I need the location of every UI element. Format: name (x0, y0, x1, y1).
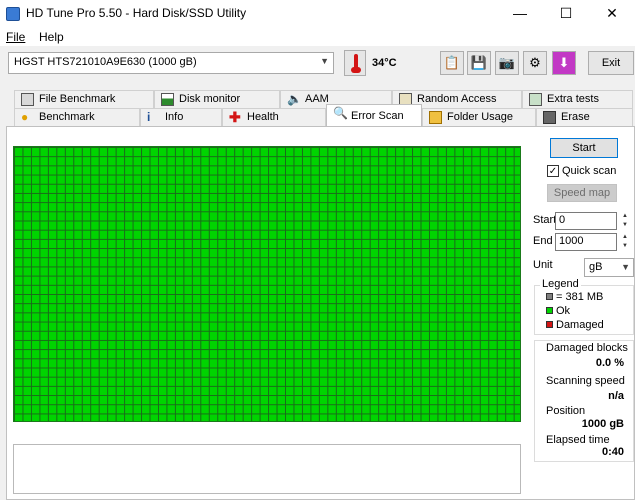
chevron-down-icon: ▼ (621, 262, 630, 272)
health-icon: ✚ (229, 109, 241, 125)
temperature-value: 34°C (372, 57, 397, 69)
elapsed-time-value: 0:40 (601, 446, 624, 458)
options-button[interactable]: ⚙ (523, 51, 547, 75)
menu-help[interactable]: Help (39, 30, 64, 44)
elapsed-time-label: Elapsed time (546, 434, 610, 446)
chevron-down-icon: ▼ (320, 56, 329, 66)
menu-file[interactable]: File (6, 30, 25, 44)
options-icon: ⚙ (529, 55, 541, 70)
tab-label: Health (247, 111, 279, 123)
legend-swatch-ok (546, 307, 553, 314)
maximize-button[interactable]: ☐ (543, 0, 589, 28)
damaged-blocks-value: 0.0 % (595, 357, 624, 369)
end-spinner[interactable]: ▲ ▼ (618, 233, 632, 251)
tab-label: Extra tests (547, 93, 599, 105)
legend-ok: Ok (556, 305, 571, 317)
error-scan-grid (13, 146, 521, 422)
extra-tests-icon (529, 93, 542, 106)
menu-bar: File Help (0, 28, 635, 46)
tab-error-scan[interactable]: 🔍 Error Scan (326, 104, 422, 126)
tab-file-benchmark[interactable]: File Benchmark (14, 90, 154, 108)
screenshot-button[interactable]: 📷 (495, 51, 519, 75)
trash-icon (543, 111, 556, 124)
unit-select-value: gB (589, 261, 603, 273)
tab-benchmark[interactable]: ● Benchmark (14, 108, 140, 126)
tab-folder-usage[interactable]: Folder Usage (422, 108, 536, 126)
exit-button[interactable]: Exit (588, 51, 634, 75)
start-spinner[interactable]: ▲ ▼ (618, 212, 632, 230)
save-button[interactable]: ⬇ (552, 51, 576, 75)
tab-extra-tests[interactable]: Extra tests (522, 90, 633, 108)
window-title: HD Tune Pro 5.50 - Hard Disk/SSD Utility (26, 6, 247, 20)
benchmark-icon: ● (21, 110, 29, 124)
drive-select-value: HGST HTS721010A9E630 (1000 gB) (14, 56, 197, 68)
start-field-label: Start (533, 214, 557, 226)
tab-label: Benchmark (39, 111, 95, 123)
quick-scan-label: Quick scan (562, 165, 617, 177)
tab-health[interactable]: ✚ Health (222, 108, 326, 126)
tab-info[interactable]: i Info (140, 108, 222, 126)
tab-label: Info (165, 111, 184, 123)
tab-label: Disk monitor (179, 93, 241, 105)
tab-label: Folder Usage (447, 111, 514, 123)
legend-title: Legend (540, 278, 581, 290)
camera-icon: 📷 (498, 55, 516, 70)
tab-label: Erase (561, 111, 590, 123)
speed-map-button[interactable]: Speed map (547, 184, 617, 202)
save-icon: ⬇ (558, 55, 570, 70)
tab-label: Random Access (417, 93, 497, 105)
quick-scan-checkbox[interactable]: ✓ (547, 165, 559, 177)
end-input[interactable]: 1000 (555, 233, 617, 251)
damaged-blocks-label: Damaged blocks (546, 342, 628, 354)
scanning-speed-label: Scanning speed (546, 375, 625, 387)
speaker-icon: 🔈 (287, 92, 302, 106)
scan-log (13, 444, 521, 494)
magnifier-icon: 🔍 (333, 106, 348, 120)
legend-swatch-damaged (546, 321, 553, 328)
unit-select[interactable]: gB ▼ (584, 258, 634, 277)
legend-damaged: Damaged (556, 319, 604, 331)
position-label: Position (546, 405, 586, 417)
tab-label: File Benchmark (39, 93, 116, 105)
title-bar: HD Tune Pro 5.50 - Hard Disk/SSD Utility… (0, 0, 635, 28)
app-icon (6, 7, 20, 21)
tab-erase[interactable]: Erase (536, 108, 633, 126)
unit-label: Unit (533, 259, 553, 271)
tab-disk-monitor[interactable]: Disk monitor (154, 90, 280, 108)
copy-text-icon: 📋 (443, 55, 461, 70)
start-input[interactable]: 0 (555, 212, 617, 230)
copy-screenshot-button[interactable]: 💾 (467, 51, 491, 75)
minimize-button[interactable]: — (497, 0, 543, 28)
drive-select[interactable]: HGST HTS721010A9E630 (1000 gB) ▼ (8, 52, 334, 74)
copy-screenshot-icon: 💾 (470, 55, 488, 70)
tab-label: Error Scan (351, 110, 404, 122)
close-button[interactable]: ✕ (589, 0, 635, 28)
end-field-label: End (533, 235, 553, 247)
folder-icon (429, 111, 442, 124)
thermometer-icon (344, 50, 366, 76)
thermometer-bulb (351, 67, 361, 73)
scanning-speed-value: n/a (608, 390, 624, 402)
info-icon: i (147, 110, 151, 124)
legend-block-size: = 381 MB (556, 291, 604, 303)
legend-swatch-block (546, 293, 553, 300)
start-button[interactable]: Start (550, 138, 618, 158)
copy-text-button[interactable]: 📋 (440, 51, 464, 75)
file-benchmark-icon (21, 93, 34, 106)
disk-monitor-icon (161, 93, 174, 106)
position-value: 1000 gB (581, 418, 624, 430)
